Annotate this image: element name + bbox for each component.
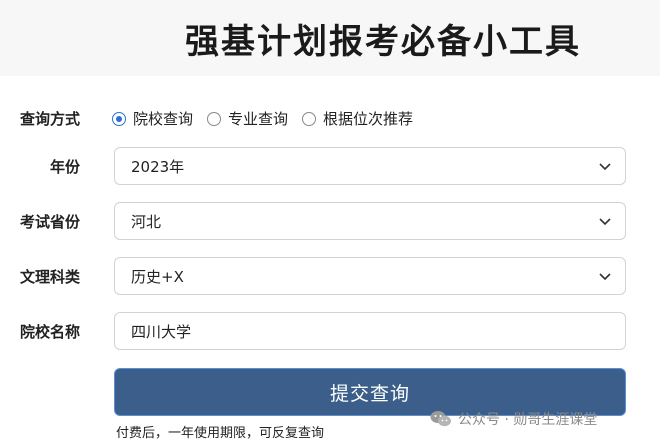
chevron-down-icon xyxy=(599,273,611,281)
header: 强基计划报考必备小工具 xyxy=(0,0,660,76)
year-value: 2023年 xyxy=(131,157,185,176)
province-select[interactable]: 河北 xyxy=(114,202,626,240)
radio-rank-recommend[interactable]: 根据位次推荐 xyxy=(302,108,413,129)
query-mode-label: 查询方式 xyxy=(19,110,80,128)
school-label: 院校名称 xyxy=(19,323,80,341)
page-title: 强基计划报考必备小工具 xyxy=(185,22,581,62)
radio-school-query[interactable]: 院校查询 xyxy=(112,108,193,129)
radio-unchecked-icon[interactable] xyxy=(302,111,317,126)
subject-value: 历史+X xyxy=(131,267,184,286)
radio-label: 专业查询 xyxy=(228,110,289,128)
radio-label: 根据位次推荐 xyxy=(323,110,414,128)
radio-label: 院校查询 xyxy=(133,110,194,128)
year-select[interactable]: 2023年 xyxy=(114,147,626,185)
subject-select[interactable]: 历史+X xyxy=(114,257,626,295)
wechat-icon xyxy=(430,411,451,427)
query-mode-radio-group: 院校查询 专业查询 根据位次推荐 xyxy=(112,108,427,129)
radio-checked-icon[interactable] xyxy=(112,111,126,126)
chevron-down-icon xyxy=(599,218,611,226)
payment-note: 付费后，一年使用期限，可反复查询 xyxy=(116,426,325,441)
chevron-down-icon xyxy=(599,163,611,171)
watermark-text: 公众号 · 勋哥生涯课堂 xyxy=(458,412,598,428)
school-input-value: 四川大学 xyxy=(131,322,192,341)
province-label: 考试省份 xyxy=(19,213,80,231)
year-label: 年份 xyxy=(49,158,80,176)
school-input[interactable]: 四川大学 xyxy=(114,312,626,350)
watermark: 公众号 · 勋哥生涯课堂 xyxy=(430,409,597,429)
province-value: 河北 xyxy=(131,212,162,231)
radio-unchecked-icon[interactable] xyxy=(207,111,222,126)
radio-major-query[interactable]: 专业查询 xyxy=(207,108,288,129)
subject-label: 文理科类 xyxy=(19,268,80,286)
